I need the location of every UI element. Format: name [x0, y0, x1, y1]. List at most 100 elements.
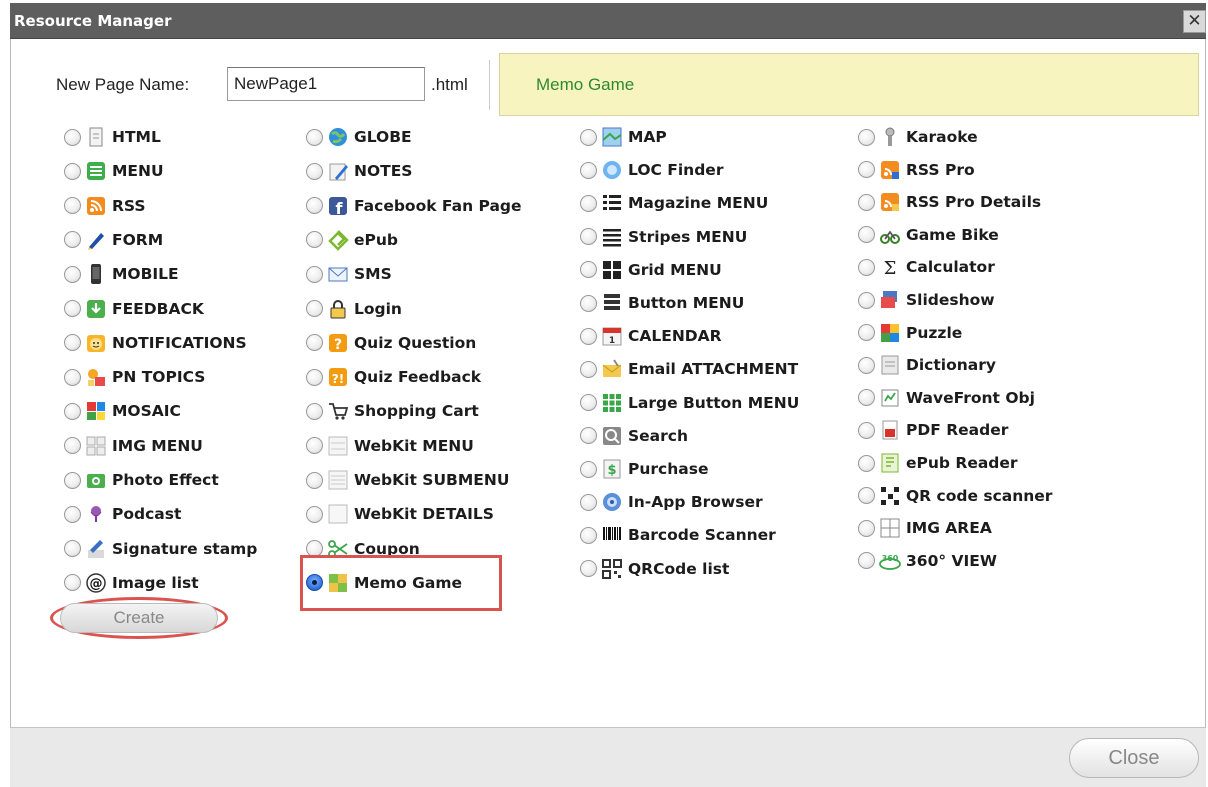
- radio-button[interactable]: [858, 356, 875, 374]
- resource-option-mobile[interactable]: MOBILE: [64, 260, 179, 288]
- close-icon[interactable]: ✕: [1183, 10, 1206, 33]
- radio-button[interactable]: [306, 231, 323, 249]
- radio-button[interactable]: [580, 360, 597, 378]
- resource-option-epub[interactable]: ePub: [306, 226, 398, 254]
- radio-button[interactable]: [64, 540, 81, 558]
- resource-option-form[interactable]: FORM: [64, 226, 163, 254]
- radio-button[interactable]: [306, 334, 323, 352]
- resource-option-search[interactable]: Search: [580, 422, 688, 450]
- resource-option-notifications[interactable]: NOTIFICATIONS: [64, 329, 247, 357]
- radio-button[interactable]: [64, 437, 81, 455]
- resource-option-barcode-scanner[interactable]: Barcode Scanner: [580, 521, 776, 549]
- resource-option-webkit-menu[interactable]: WebKit MENU: [306, 432, 474, 460]
- radio-button[interactable]: [858, 421, 875, 439]
- radio-button[interactable]: [580, 128, 597, 146]
- radio-button[interactable]: [858, 389, 875, 407]
- resource-option-rss-pro-details[interactable]: RSS Pro Details: [858, 188, 1041, 216]
- resource-option-webkit-details[interactable]: WebKit DETAILS: [306, 500, 494, 528]
- resource-option-wavefront-obj[interactable]: WaveFront Obj: [858, 384, 1035, 412]
- radio-button[interactable]: [580, 228, 597, 246]
- resource-option-globe[interactable]: GLOBE: [306, 123, 412, 151]
- resource-option-map[interactable]: MAP: [580, 123, 667, 151]
- radio-button[interactable]: [580, 493, 597, 511]
- resource-option-epub-reader[interactable]: ePub Reader: [858, 449, 1018, 477]
- resource-option-login[interactable]: Login: [306, 295, 402, 323]
- resource-option-rss-pro[interactable]: RSS Pro: [858, 156, 975, 184]
- resource-option-shopping-cart[interactable]: Shopping Cart: [306, 397, 479, 425]
- radio-button[interactable]: [858, 128, 875, 146]
- resource-option-signature-stamp[interactable]: Signature stamp: [64, 535, 257, 563]
- radio-button[interactable]: [306, 300, 323, 317]
- radio-button[interactable]: [858, 193, 875, 211]
- resource-option-photo-effect[interactable]: Photo Effect: [64, 466, 219, 494]
- radio-button[interactable]: [580, 526, 597, 544]
- radio-button[interactable]: [306, 162, 323, 180]
- radio-button[interactable]: [64, 231, 81, 249]
- radio-button[interactable]: [580, 294, 597, 312]
- resource-option-quiz-feedback[interactable]: ?! Quiz Feedback: [306, 363, 481, 391]
- radio-button[interactable]: [64, 402, 81, 420]
- resource-option-qr-code-scanner[interactable]: QR code scanner: [858, 482, 1052, 510]
- radio-button[interactable]: [858, 454, 875, 472]
- resource-option-calculator[interactable]: Σ Calculator: [858, 253, 995, 281]
- radio-button[interactable]: [580, 194, 597, 212]
- radio-button[interactable]: [306, 402, 323, 420]
- resource-option-360-view[interactable]: 360 360° VIEW: [858, 547, 997, 575]
- radio-button[interactable]: [306, 368, 323, 386]
- resource-option-button-menu[interactable]: Button MENU: [580, 289, 744, 317]
- resource-option-qrcode-list[interactable]: QRCode list: [580, 555, 729, 583]
- radio-button[interactable]: [858, 519, 875, 537]
- resource-option-mosaic[interactable]: MOSAIC: [64, 397, 181, 425]
- radio-button[interactable]: [580, 394, 597, 412]
- radio-button[interactable]: [858, 291, 875, 309]
- resource-option-img-menu[interactable]: IMG MENU: [64, 432, 203, 460]
- resource-option-img-area[interactable]: IMG AREA: [858, 514, 992, 542]
- resource-option-dictionary[interactable]: Dictionary: [858, 351, 996, 379]
- radio-button[interactable]: [64, 471, 81, 489]
- resource-option-slideshow[interactable]: Slideshow: [858, 286, 995, 314]
- create-button[interactable]: Create: [60, 603, 218, 633]
- resource-option-notes[interactable]: NOTES: [306, 157, 412, 185]
- resource-option-large-button-menu[interactable]: Large Button MENU: [580, 389, 799, 417]
- new-page-name-input[interactable]: [227, 67, 425, 101]
- radio-button[interactable]: [858, 552, 875, 570]
- radio-button[interactable]: [580, 427, 597, 445]
- radio-button[interactable]: [64, 162, 81, 180]
- resource-option-game-bike[interactable]: Game Bike: [858, 221, 999, 249]
- resource-option-puzzle[interactable]: Puzzle: [858, 319, 962, 347]
- resource-option-menu[interactable]: MENU: [64, 157, 164, 185]
- radio-button[interactable]: [306, 265, 323, 283]
- radio-button[interactable]: [306, 437, 323, 455]
- radio-button[interactable]: [580, 560, 597, 578]
- resource-option-grid-menu[interactable]: Grid MENU: [580, 256, 722, 284]
- radio-button[interactable]: [858, 226, 875, 244]
- resource-option-image-list[interactable]: @ Image list: [64, 569, 199, 597]
- resource-option-karaoke[interactable]: Karaoke: [858, 123, 978, 151]
- resource-option-webkit-submenu[interactable]: WebKit SUBMENU: [306, 466, 509, 494]
- resource-option-calendar[interactable]: 1 CALENDAR: [580, 322, 722, 350]
- radio-button[interactable]: [306, 197, 323, 215]
- radio-button[interactable]: [580, 261, 597, 279]
- radio-button[interactable]: [306, 128, 323, 146]
- radio-button[interactable]: [306, 471, 323, 489]
- radio-button[interactable]: [64, 574, 81, 592]
- resource-option-magazine-menu[interactable]: Magazine MENU: [580, 189, 768, 217]
- resource-option-email-attachment[interactable]: Email ATTACHMENT: [580, 355, 798, 383]
- resource-option-podcast[interactable]: Podcast: [64, 500, 181, 528]
- resource-option-in-app-browser[interactable]: In-App Browser: [580, 488, 763, 516]
- radio-button[interactable]: [580, 460, 597, 478]
- resource-option-pdf-reader[interactable]: PDF Reader: [858, 416, 1008, 444]
- resource-option-feedback[interactable]: FEEDBACK: [64, 295, 204, 323]
- resource-option-purchase[interactable]: $ Purchase: [580, 455, 708, 483]
- resource-option-html[interactable]: HTML: [64, 123, 161, 151]
- resource-option-sms[interactable]: SMS: [306, 260, 392, 288]
- radio-button[interactable]: [306, 505, 323, 523]
- resource-option-facebook-fan-page[interactable]: f Facebook Fan Page: [306, 192, 522, 220]
- radio-button[interactable]: [580, 161, 597, 179]
- resource-option-rss[interactable]: RSS: [64, 192, 146, 220]
- resource-option-pn-topics[interactable]: PN TOPICS: [64, 363, 205, 391]
- radio-button[interactable]: [64, 300, 81, 317]
- radio-button[interactable]: [64, 368, 81, 386]
- resource-option-stripes-menu[interactable]: Stripes MENU: [580, 223, 747, 251]
- radio-button[interactable]: [580, 327, 597, 345]
